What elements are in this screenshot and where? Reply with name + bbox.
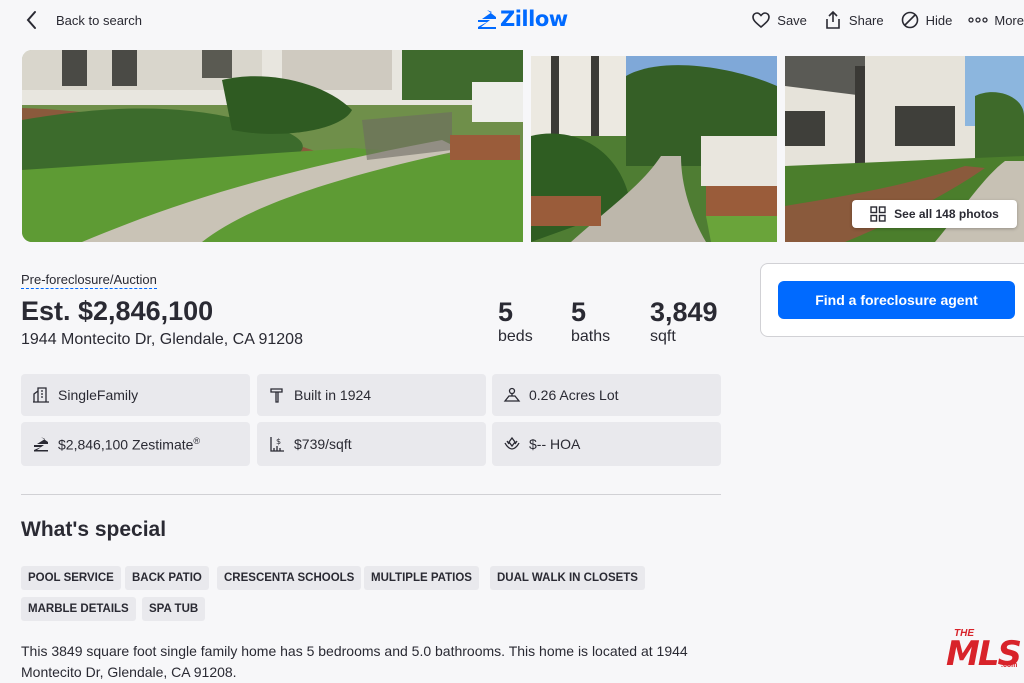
fact-text: SingleFamily xyxy=(58,387,139,403)
hammer-icon xyxy=(270,388,283,403)
fact-zestimate[interactable]: $2,846,100 Zestimate® xyxy=(21,422,250,466)
whats-special-heading: What's special xyxy=(21,518,167,541)
listing-price: Est. $2,846,100 xyxy=(21,296,214,326)
top-bar: Back to search Zillow Save Share Hide Mo… xyxy=(0,0,1024,42)
listing-status[interactable]: Pre-foreclosure/Auction xyxy=(21,272,157,289)
sqft-value: 3,849 xyxy=(650,297,718,327)
back-label: Back to search xyxy=(56,12,142,28)
baths-value: 5 xyxy=(571,297,587,327)
logo-text: Zillow xyxy=(500,7,568,31)
fact-home-type: SingleFamily xyxy=(21,374,250,416)
find-foreclosure-agent-button[interactable]: Find a foreclosure agent xyxy=(778,281,1015,319)
baths-stat: 5 baths xyxy=(571,296,610,346)
fact-hoa: $-- HOA xyxy=(492,422,721,466)
section-divider xyxy=(21,494,721,495)
fact-text: $739/sqft xyxy=(294,436,352,452)
share-label: Share xyxy=(848,12,884,28)
mls-logo: THE MLS .com xyxy=(946,628,1022,674)
see-all-label: See all 148 photos xyxy=(894,207,999,221)
tag: DUAL WALK IN CLOSETS xyxy=(490,566,645,590)
hide-label: Hide xyxy=(925,12,953,28)
zestimate-icon xyxy=(34,437,48,452)
hide-button[interactable]: Hide xyxy=(900,10,953,30)
zillow-logo-icon xyxy=(478,10,496,29)
fact-price-per-sqft: $ $739/sqft xyxy=(257,422,486,466)
sqft-label: sqft xyxy=(650,328,676,345)
listing-address: 1944 Montecito Dr, Glendale, CA 91208 xyxy=(21,331,303,348)
listing-actions: Save Share Hide More xyxy=(751,10,1024,30)
photo-2[interactable] xyxy=(531,56,777,242)
more-button[interactable]: More xyxy=(968,10,1024,30)
chevron-left-icon xyxy=(26,11,36,29)
heart-icon xyxy=(752,12,771,29)
fact-lot-size: 0.26 Acres Lot xyxy=(492,374,721,416)
mls-logo-com: .com xyxy=(1001,662,1018,669)
building-icon xyxy=(33,387,49,403)
see-all-photos-button[interactable]: See all 148 photos xyxy=(852,200,1017,228)
zestimate-value: $2,846,100 Zestimate xyxy=(58,436,194,453)
save-button[interactable]: Save xyxy=(751,10,807,30)
svg-text:$: $ xyxy=(276,437,281,446)
main-photo[interactable] xyxy=(22,50,523,242)
registered-mark: ® xyxy=(193,435,201,446)
beds-stat: 5 beds xyxy=(498,296,533,346)
more-dots-icon xyxy=(968,17,989,23)
share-button[interactable]: Share xyxy=(823,10,884,30)
grid-icon xyxy=(870,206,886,222)
baths-label: baths xyxy=(571,328,611,345)
fact-year-built: Built in 1924 xyxy=(257,374,486,416)
fact-text: $2,846,100 Zestimate® xyxy=(58,436,200,453)
share-icon xyxy=(826,10,840,29)
fact-text: 0.26 Acres Lot xyxy=(529,387,619,403)
hoa-icon xyxy=(504,436,520,450)
hide-icon xyxy=(901,11,918,29)
tag: POOL SERVICE xyxy=(21,566,121,590)
zillow-logo[interactable]: Zillow xyxy=(476,7,568,31)
fact-text: $-- HOA xyxy=(529,436,581,452)
listing-description: This 3849 square foot single family home… xyxy=(21,643,688,680)
back-to-search-link[interactable]: Back to search xyxy=(24,9,142,31)
sqft-stat: 3,849 sqft xyxy=(650,296,718,346)
tag: MULTIPLE PATIOS xyxy=(364,566,479,590)
lot-icon xyxy=(503,387,521,402)
tag: MARBLE DETAILS xyxy=(21,597,136,621)
price-sqft-icon: $ xyxy=(270,437,284,452)
save-label: Save xyxy=(777,12,807,28)
more-label: More xyxy=(994,12,1024,28)
beds-value: 5 xyxy=(498,297,514,327)
tag: CRESCENTA SCHOOLS xyxy=(217,566,362,590)
beds-label: beds xyxy=(498,328,533,345)
tag: BACK PATIO xyxy=(125,566,209,590)
fact-text: Built in 1924 xyxy=(294,387,372,403)
tag: SPA TUB xyxy=(142,597,206,621)
